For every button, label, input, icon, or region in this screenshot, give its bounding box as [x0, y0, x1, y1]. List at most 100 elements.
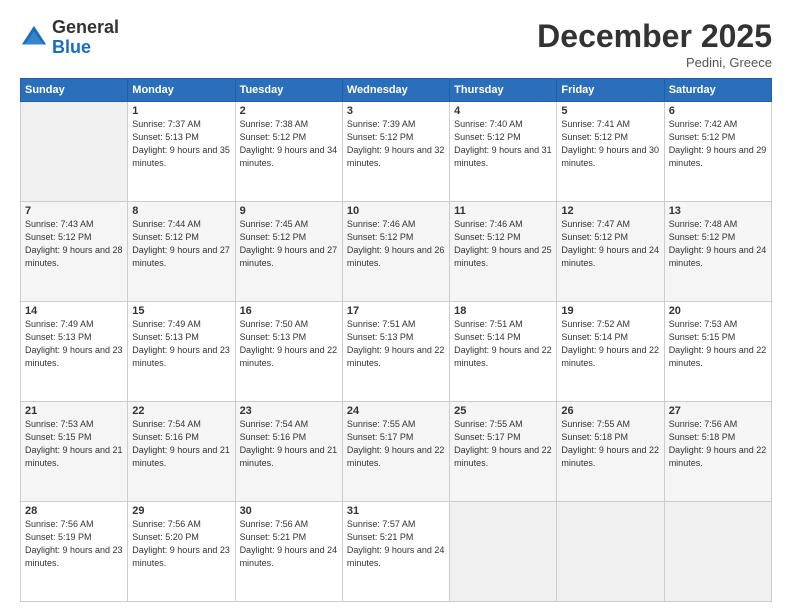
sunset-label: Sunset: 5:16 PM [132, 432, 199, 442]
sunset-label: Sunset: 5:17 PM [347, 432, 414, 442]
sunset-label: Sunset: 5:13 PM [25, 332, 92, 342]
sunrise-label: Sunrise: 7:54 AM [132, 419, 201, 429]
table-row: 29 Sunrise: 7:56 AM Sunset: 5:20 PM Dayl… [128, 502, 235, 602]
sunset-label: Sunset: 5:21 PM [240, 532, 307, 542]
table-row: 20 Sunrise: 7:53 AM Sunset: 5:15 PM Dayl… [664, 302, 771, 402]
sunrise-label: Sunrise: 7:51 AM [347, 319, 416, 329]
table-row: 26 Sunrise: 7:55 AM Sunset: 5:18 PM Dayl… [557, 402, 664, 502]
table-row: 1 Sunrise: 7:37 AM Sunset: 5:13 PM Dayli… [128, 102, 235, 202]
day-info: Sunrise: 7:46 AM Sunset: 5:12 PM Dayligh… [347, 218, 445, 270]
sunset-label: Sunset: 5:13 PM [240, 332, 307, 342]
table-row [557, 502, 664, 602]
table-row: 25 Sunrise: 7:55 AM Sunset: 5:17 PM Dayl… [450, 402, 557, 502]
table-row: 6 Sunrise: 7:42 AM Sunset: 5:12 PM Dayli… [664, 102, 771, 202]
sunrise-label: Sunrise: 7:56 AM [669, 419, 738, 429]
day-number: 23 [240, 405, 338, 417]
sunset-label: Sunset: 5:13 PM [132, 332, 199, 342]
location: Pedini, Greece [537, 55, 772, 70]
sunrise-label: Sunrise: 7:46 AM [347, 219, 416, 229]
daylight-label: Daylight: 9 hours and 27 minutes. [240, 245, 338, 268]
daylight-label: Daylight: 9 hours and 22 minutes. [240, 345, 338, 368]
sunrise-label: Sunrise: 7:39 AM [347, 119, 416, 129]
daylight-label: Daylight: 9 hours and 26 minutes. [347, 245, 445, 268]
day-number: 15 [132, 305, 230, 317]
sunset-label: Sunset: 5:12 PM [132, 232, 199, 242]
daylight-label: Daylight: 9 hours and 30 minutes. [561, 145, 659, 168]
daylight-label: Daylight: 9 hours and 23 minutes. [132, 345, 230, 368]
table-row: 22 Sunrise: 7:54 AM Sunset: 5:16 PM Dayl… [128, 402, 235, 502]
table-row: 14 Sunrise: 7:49 AM Sunset: 5:13 PM Dayl… [21, 302, 128, 402]
daylight-label: Daylight: 9 hours and 21 minutes. [25, 445, 123, 468]
page: General Blue December 2025 Pedini, Greec… [0, 0, 792, 612]
calendar-table: Sunday Monday Tuesday Wednesday Thursday… [20, 78, 772, 602]
sunrise-label: Sunrise: 7:38 AM [240, 119, 309, 129]
day-number: 26 [561, 405, 659, 417]
daylight-label: Daylight: 9 hours and 29 minutes. [669, 145, 767, 168]
table-row: 11 Sunrise: 7:46 AM Sunset: 5:12 PM Dayl… [450, 202, 557, 302]
day-info: Sunrise: 7:54 AM Sunset: 5:16 PM Dayligh… [132, 418, 230, 470]
calendar-week-row: 7 Sunrise: 7:43 AM Sunset: 5:12 PM Dayli… [21, 202, 772, 302]
day-number: 21 [25, 405, 123, 417]
sunrise-label: Sunrise: 7:40 AM [454, 119, 523, 129]
calendar-week-row: 28 Sunrise: 7:56 AM Sunset: 5:19 PM Dayl… [21, 502, 772, 602]
table-row: 5 Sunrise: 7:41 AM Sunset: 5:12 PM Dayli… [557, 102, 664, 202]
sunrise-label: Sunrise: 7:53 AM [25, 419, 94, 429]
sunset-label: Sunset: 5:12 PM [454, 132, 521, 142]
day-info: Sunrise: 7:43 AM Sunset: 5:12 PM Dayligh… [25, 218, 123, 270]
sunset-label: Sunset: 5:19 PM [25, 532, 92, 542]
day-number: 22 [132, 405, 230, 417]
day-number: 2 [240, 105, 338, 117]
sunset-label: Sunset: 5:12 PM [669, 232, 736, 242]
daylight-label: Daylight: 9 hours and 24 minutes. [669, 245, 767, 268]
daylight-label: Daylight: 9 hours and 23 minutes. [25, 545, 123, 568]
table-row [21, 102, 128, 202]
day-info: Sunrise: 7:51 AM Sunset: 5:14 PM Dayligh… [454, 318, 552, 370]
sunset-label: Sunset: 5:16 PM [240, 432, 307, 442]
day-number: 3 [347, 105, 445, 117]
daylight-label: Daylight: 9 hours and 31 minutes. [454, 145, 552, 168]
table-row: 3 Sunrise: 7:39 AM Sunset: 5:12 PM Dayli… [342, 102, 449, 202]
day-number: 11 [454, 205, 552, 217]
sunset-label: Sunset: 5:12 PM [669, 132, 736, 142]
sunset-label: Sunset: 5:12 PM [347, 132, 414, 142]
day-number: 27 [669, 405, 767, 417]
day-info: Sunrise: 7:53 AM Sunset: 5:15 PM Dayligh… [669, 318, 767, 370]
day-number: 18 [454, 305, 552, 317]
day-number: 7 [25, 205, 123, 217]
day-number: 8 [132, 205, 230, 217]
day-number: 12 [561, 205, 659, 217]
day-number: 17 [347, 305, 445, 317]
table-row: 18 Sunrise: 7:51 AM Sunset: 5:14 PM Dayl… [450, 302, 557, 402]
day-number: 30 [240, 505, 338, 517]
day-number: 19 [561, 305, 659, 317]
day-number: 16 [240, 305, 338, 317]
daylight-label: Daylight: 9 hours and 32 minutes. [347, 145, 445, 168]
day-number: 29 [132, 505, 230, 517]
calendar-week-row: 1 Sunrise: 7:37 AM Sunset: 5:13 PM Dayli… [21, 102, 772, 202]
sunset-label: Sunset: 5:21 PM [347, 532, 414, 542]
sunrise-label: Sunrise: 7:41 AM [561, 119, 630, 129]
table-row: 10 Sunrise: 7:46 AM Sunset: 5:12 PM Dayl… [342, 202, 449, 302]
sunrise-label: Sunrise: 7:55 AM [561, 419, 630, 429]
table-row: 28 Sunrise: 7:56 AM Sunset: 5:19 PM Dayl… [21, 502, 128, 602]
sunset-label: Sunset: 5:12 PM [561, 232, 628, 242]
sunset-label: Sunset: 5:18 PM [561, 432, 628, 442]
day-info: Sunrise: 7:56 AM Sunset: 5:21 PM Dayligh… [240, 518, 338, 570]
header: General Blue December 2025 Pedini, Greec… [20, 18, 772, 70]
sunset-label: Sunset: 5:18 PM [669, 432, 736, 442]
table-row: 8 Sunrise: 7:44 AM Sunset: 5:12 PM Dayli… [128, 202, 235, 302]
col-friday: Friday [557, 79, 664, 102]
daylight-label: Daylight: 9 hours and 22 minutes. [669, 345, 767, 368]
col-wednesday: Wednesday [342, 79, 449, 102]
sunrise-label: Sunrise: 7:50 AM [240, 319, 309, 329]
sunrise-label: Sunrise: 7:55 AM [454, 419, 523, 429]
sunrise-label: Sunrise: 7:55 AM [347, 419, 416, 429]
sunrise-label: Sunrise: 7:56 AM [25, 519, 94, 529]
col-thursday: Thursday [450, 79, 557, 102]
daylight-label: Daylight: 9 hours and 22 minutes. [669, 445, 767, 468]
daylight-label: Daylight: 9 hours and 24 minutes. [347, 545, 445, 568]
day-info: Sunrise: 7:50 AM Sunset: 5:13 PM Dayligh… [240, 318, 338, 370]
day-number: 5 [561, 105, 659, 117]
daylight-label: Daylight: 9 hours and 34 minutes. [240, 145, 338, 168]
daylight-label: Daylight: 9 hours and 25 minutes. [454, 245, 552, 268]
